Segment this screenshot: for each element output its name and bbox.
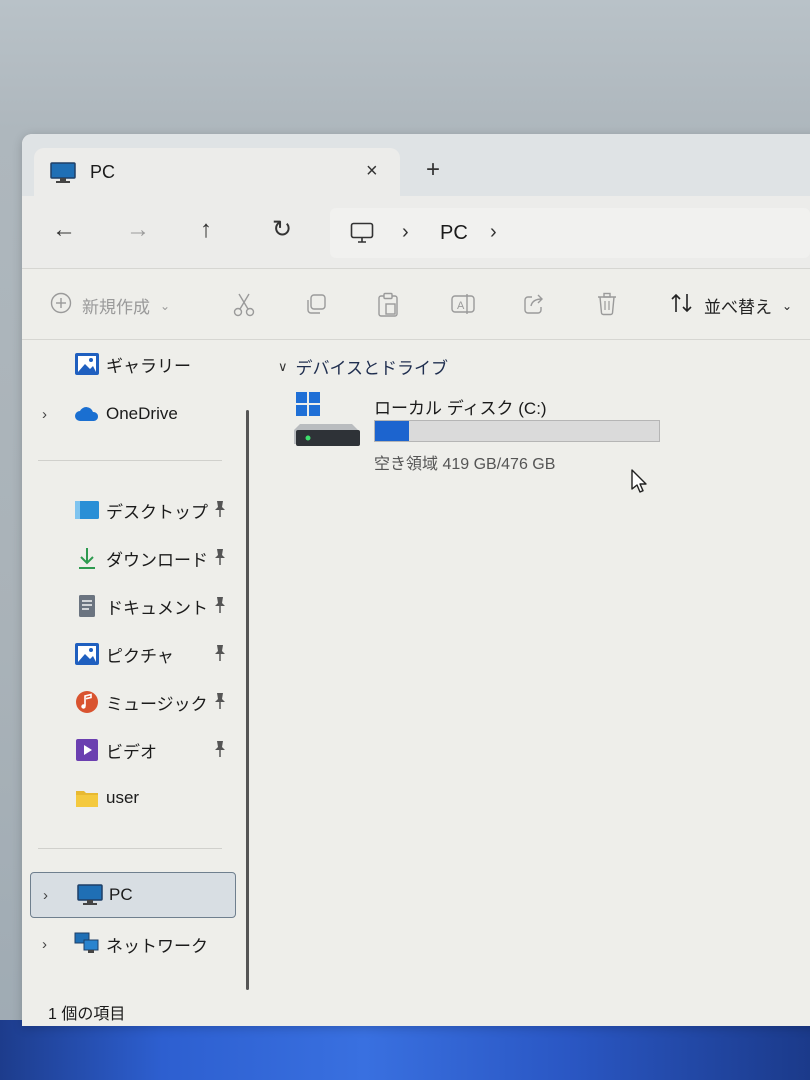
sidebar-item-pictures[interactable]: ピクチャ (22, 636, 242, 672)
sidebar-item-music[interactable]: ミュージック (22, 684, 242, 720)
divider (22, 268, 810, 269)
status-bar: 1 個の項目 (22, 992, 810, 1026)
sidebar-item-network[interactable]: › ネットワーク (22, 926, 242, 962)
drive-usage-fill (375, 421, 410, 441)
chevron-down-icon: ∨ (278, 358, 288, 374)
close-icon[interactable]: × (366, 160, 378, 183)
up-button[interactable]: ↑ (200, 218, 212, 242)
refresh-button[interactable]: ↻ (272, 218, 292, 242)
divider (38, 848, 222, 849)
divider (38, 460, 222, 461)
monitor-icon (77, 883, 103, 907)
file-explorer-window: PC × + ← → ↑ ↻ › PC › 新規作成 ⌄ A 並べ替え ⌄ ギャ… (22, 134, 810, 1026)
chevron-right-icon[interactable]: › (490, 221, 497, 244)
chevron-down-icon: ⌄ (782, 298, 793, 313)
drive-free-space: 空き領域 419 GB/476 GB (374, 456, 556, 473)
new-button-label: 新規作成 (82, 298, 150, 317)
sidebar-item-label: デスクトップ (106, 502, 208, 522)
paste-icon[interactable] (376, 292, 400, 323)
monitor-icon (50, 162, 76, 189)
sidebar-item-label: user (106, 788, 140, 807)
address-bar[interactable]: › PC › (330, 208, 810, 258)
document-icon (74, 594, 100, 618)
sidebar-item-documents[interactable]: ドキュメント (22, 588, 242, 624)
sidebar-item-pc[interactable]: › PC (30, 872, 236, 918)
music-icon (74, 690, 100, 714)
sidebar-item-label: PC (109, 885, 133, 904)
sidebar-item-label: ピクチャ (106, 646, 174, 666)
delete-icon[interactable] (596, 292, 618, 321)
new-button[interactable]: 新規作成 ⌄ (50, 292, 170, 319)
sidebar-item-gallery[interactable]: ギャラリー (22, 346, 242, 382)
sidebar-item-label: OneDrive (106, 404, 178, 423)
chevron-down-icon: ⌄ (160, 298, 171, 313)
sidebar-item-onedrive[interactable]: › OneDrive (22, 396, 242, 432)
pin-icon[interactable] (212, 500, 228, 523)
plus-circle-icon (50, 292, 72, 319)
scrollbar[interactable] (246, 410, 249, 990)
drive-usage-bar (374, 420, 660, 442)
back-button[interactable]: ← (52, 218, 76, 242)
sidebar-item-label: ドキュメント (106, 598, 208, 618)
tab-title: PC (90, 162, 116, 182)
monitor-icon (350, 222, 374, 249)
command-bar: 新規作成 ⌄ A 並べ替え ⌄ (22, 270, 810, 340)
sidebar-item-label: ミュージック (106, 694, 208, 714)
tab-pc[interactable]: PC × (34, 148, 400, 196)
chevron-right-icon[interactable]: › (42, 936, 47, 953)
sort-button[interactable]: 並べ替え ⌄ (670, 292, 792, 319)
new-tab-button[interactable]: + (426, 158, 440, 182)
sidebar-item-user[interactable]: user (22, 780, 242, 816)
chevron-right-icon[interactable]: › (42, 406, 47, 423)
share-icon[interactable] (522, 292, 546, 321)
item-count: 1 個の項目 (48, 1006, 126, 1023)
sidebar-item-label: ビデオ (106, 742, 157, 762)
download-icon (74, 546, 100, 570)
drive-name: ローカル ディスク (C:) (374, 399, 547, 418)
pin-icon[interactable] (212, 596, 228, 619)
gallery-icon (74, 352, 100, 376)
chevron-right-icon[interactable]: › (402, 221, 409, 244)
group-header[interactable]: ∨ デバイスとドライブ (278, 354, 448, 379)
drive-item-c[interactable]: ローカル ディスク (C:) 空き領域 419 GB/476 GB (294, 390, 674, 473)
drive-icon (294, 390, 364, 455)
navigation-pane: ギャラリー › OneDrive デスクトップ ダウンロード ドキュメント ピク… (22, 340, 254, 990)
mouse-cursor-icon (630, 468, 648, 499)
chevron-right-icon[interactable]: › (43, 887, 48, 904)
folder-icon (74, 786, 100, 810)
desktop-icon (74, 498, 100, 522)
taskbar-strip (0, 1020, 810, 1080)
sidebar-item-desktop[interactable]: デスクトップ (22, 492, 242, 528)
network-icon (74, 932, 100, 956)
sort-label: 並べ替え (704, 298, 772, 317)
cloud-icon (74, 402, 100, 426)
copy-icon[interactable] (304, 292, 328, 321)
svg-text:A: A (457, 300, 465, 312)
tab-bar: PC × + (22, 134, 810, 196)
sidebar-item-videos[interactable]: ビデオ (22, 732, 242, 768)
pin-icon[interactable] (212, 644, 228, 667)
cut-icon[interactable] (232, 292, 256, 323)
pin-icon[interactable] (212, 548, 228, 571)
sidebar-item-label: ネットワーク (106, 936, 208, 956)
group-label: デバイスとドライブ (295, 359, 449, 378)
pin-icon[interactable] (212, 740, 228, 763)
rename-icon[interactable]: A (450, 292, 476, 321)
video-icon (74, 738, 100, 762)
sort-icon (670, 292, 694, 319)
breadcrumb-pc[interactable]: PC (440, 222, 468, 245)
forward-button[interactable]: → (126, 218, 150, 242)
navigation-bar: ← → ↑ ↻ › PC › (22, 196, 810, 268)
sidebar-item-label: ギャラリー (106, 356, 191, 376)
sidebar-item-label: ダウンロード (106, 550, 208, 570)
sidebar-item-downloads[interactable]: ダウンロード (22, 540, 242, 576)
content-pane: ∨ デバイスとドライブ ローカル ディスク (C:) 空き領域 419 GB/4… (254, 340, 810, 990)
pin-icon[interactable] (212, 692, 228, 715)
pictures-icon (74, 642, 100, 666)
